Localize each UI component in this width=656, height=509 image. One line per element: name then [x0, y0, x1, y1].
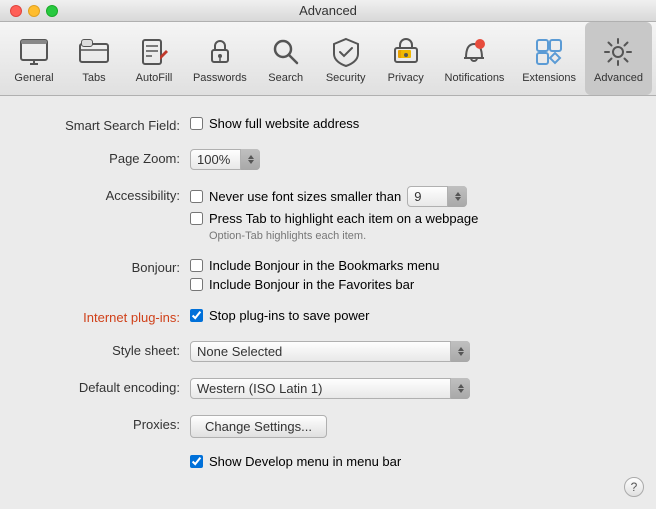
toolbar-item-passwords[interactable]: Passwords	[184, 22, 256, 95]
accessibility-label: Accessibility:	[30, 186, 190, 203]
stop-plugins-wrap: Stop plug-ins to save power	[190, 308, 369, 323]
zoom-select[interactable]: 100% 75% 85% 115% 125% 150%	[190, 149, 260, 170]
font-size-select[interactable]: 9 10 11 12 14	[407, 186, 467, 207]
font-size-row: Never use font sizes smaller than 9 10 1…	[190, 186, 478, 207]
never-font-size-checkbox[interactable]	[190, 190, 203, 203]
general-icon	[18, 36, 50, 68]
advanced-icon	[602, 36, 634, 68]
show-full-address-wrap: Show full website address	[190, 116, 359, 131]
default-encoding-content: Western (ISO Latin 1) UTF-8 UTF-16	[190, 378, 470, 399]
help-button[interactable]: ?	[624, 477, 644, 497]
proxies-content: Change Settings...	[190, 415, 327, 438]
toolbar-item-advanced[interactable]: Advanced	[585, 22, 652, 95]
toolbar-item-security[interactable]: Security	[316, 22, 376, 95]
internet-plugins-content: Stop plug-ins to save power	[190, 308, 369, 323]
minimize-button[interactable]	[28, 5, 40, 17]
proxies-row: Proxies: Change Settings...	[30, 415, 626, 438]
notifications-label: Notifications	[445, 72, 505, 84]
toolbar: General Tabs AutoFill	[0, 22, 656, 96]
bonjour-content: Include Bonjour in the Bookmarks menu In…	[190, 258, 440, 292]
bonjour-bookmarks-checkbox[interactable]	[190, 259, 203, 272]
security-icon	[330, 36, 362, 68]
bonjour-label: Bonjour:	[30, 258, 190, 275]
press-tab-checkbox[interactable]	[190, 212, 203, 225]
style-sheet-content: None Selected	[190, 341, 470, 362]
tabs-label: Tabs	[82, 72, 105, 84]
toolbar-item-search[interactable]: Search	[256, 22, 316, 95]
bonjour-bookmarks-label: Include Bonjour in the Bookmarks menu	[209, 258, 440, 273]
accessibility-row: Accessibility: Never use font sizes smal…	[30, 186, 626, 242]
accessibility-content: Never use font sizes smaller than 9 10 1…	[190, 186, 478, 242]
toolbar-item-autofill[interactable]: AutoFill	[124, 22, 184, 95]
encoding-select-container: Western (ISO Latin 1) UTF-8 UTF-16	[190, 378, 470, 399]
page-zoom-label: Page Zoom:	[30, 149, 190, 166]
style-sheet-select[interactable]: None Selected	[190, 341, 470, 362]
title-bar: Advanced	[0, 0, 656, 22]
press-tab-wrap: Press Tab to highlight each item on a we…	[190, 211, 478, 226]
never-font-size-label: Never use font sizes smaller than	[209, 189, 401, 204]
style-sheet-select-container: None Selected	[190, 341, 470, 362]
toolbar-item-general[interactable]: General	[4, 22, 64, 95]
style-sheet-row: Style sheet: None Selected	[30, 341, 626, 362]
help-icon: ?	[631, 480, 638, 494]
smart-search-row: Smart Search Field: Show full website ad…	[30, 116, 626, 133]
toolbar-item-extensions[interactable]: Extensions	[513, 22, 585, 95]
zoom-select-container: 100% 75% 85% 115% 125% 150%	[190, 149, 260, 170]
autofill-icon	[138, 36, 170, 68]
change-settings-button[interactable]: Change Settings...	[190, 415, 327, 438]
toolbar-item-privacy[interactable]: Privacy	[376, 22, 436, 95]
privacy-icon	[390, 36, 422, 68]
window-title: Advanced	[299, 3, 357, 18]
content-area: Smart Search Field: Show full website ad…	[0, 96, 656, 509]
smart-search-content: Show full website address	[190, 116, 359, 131]
page-zoom-row: Page Zoom: 100% 75% 85% 115% 125% 150%	[30, 149, 626, 170]
default-encoding-label: Default encoding:	[30, 378, 190, 395]
internet-plugins-row: Internet plug-ins: Stop plug-ins to save…	[30, 308, 626, 325]
autofill-label: AutoFill	[136, 72, 173, 84]
bonjour-row: Bonjour: Include Bonjour in the Bookmark…	[30, 258, 626, 292]
passwords-icon	[204, 36, 236, 68]
show-full-address-checkbox[interactable]	[190, 117, 203, 130]
smart-search-label: Smart Search Field:	[30, 116, 190, 133]
proxies-label: Proxies:	[30, 415, 190, 432]
toolbar-item-notifications[interactable]: Notifications	[436, 22, 514, 95]
passwords-label: Passwords	[193, 72, 247, 84]
internet-plugins-label: Internet plug-ins:	[30, 308, 190, 325]
font-size-select-container: 9 10 11 12 14	[407, 186, 467, 207]
develop-menu-row: Show Develop menu in menu bar	[190, 454, 626, 469]
option-tab-hint: Option-Tab highlights each item.	[209, 230, 478, 242]
develop-menu-checkbox[interactable]	[190, 455, 203, 468]
notifications-icon	[458, 36, 490, 68]
window-controls	[10, 5, 58, 17]
extensions-icon	[533, 36, 565, 68]
bonjour-favorites-checkbox[interactable]	[190, 278, 203, 291]
press-tab-label: Press Tab to highlight each item on a we…	[209, 211, 478, 226]
tabs-icon	[78, 36, 110, 68]
search-label: Search	[268, 72, 303, 84]
page-zoom-content: 100% 75% 85% 115% 125% 150%	[190, 149, 260, 170]
default-encoding-row: Default encoding: Western (ISO Latin 1) …	[30, 378, 626, 399]
stop-plugins-checkbox[interactable]	[190, 309, 203, 322]
bonjour-bookmarks-wrap: Include Bonjour in the Bookmarks menu	[190, 258, 440, 273]
stop-plugins-label: Stop plug-ins to save power	[209, 308, 369, 323]
develop-menu-label: Show Develop menu in menu bar	[209, 454, 401, 469]
bonjour-favorites-wrap: Include Bonjour in the Favorites bar	[190, 277, 440, 292]
settings-content: Smart Search Field: Show full website ad…	[0, 96, 656, 489]
style-sheet-label: Style sheet:	[30, 341, 190, 358]
privacy-label: Privacy	[388, 72, 424, 84]
security-label: Security	[326, 72, 366, 84]
toolbar-item-tabs[interactable]: Tabs	[64, 22, 124, 95]
bonjour-favorites-label: Include Bonjour in the Favorites bar	[209, 277, 414, 292]
encoding-select[interactable]: Western (ISO Latin 1) UTF-8 UTF-16	[190, 378, 470, 399]
extensions-label: Extensions	[522, 72, 576, 84]
show-full-address-label: Show full website address	[209, 116, 359, 131]
close-button[interactable]	[10, 5, 22, 17]
advanced-label: Advanced	[594, 72, 643, 84]
general-label: General	[14, 72, 53, 84]
maximize-button[interactable]	[46, 5, 58, 17]
search-icon	[270, 36, 302, 68]
